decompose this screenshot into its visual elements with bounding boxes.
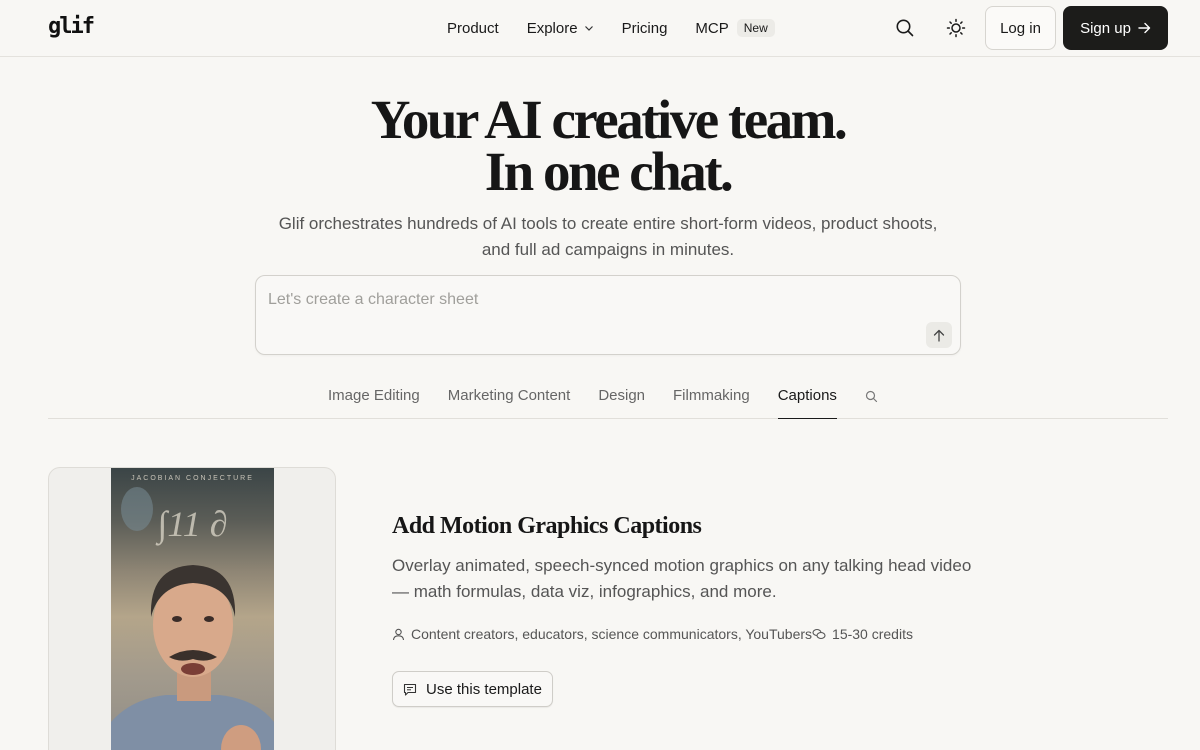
- send-button[interactable]: [926, 322, 952, 348]
- category-tabs: Image Editing Marketing Content Design F…: [328, 384, 879, 419]
- prompt-box: [255, 275, 961, 355]
- nav-item-label: Pricing: [621, 19, 668, 37]
- top-navigation-bar: glif Product Explore Pricing MCP New Log…: [0, 0, 1200, 57]
- prompt-input[interactable]: [268, 288, 918, 312]
- search-icon: [865, 390, 878, 402]
- template-title: Add Motion Graphics Captions: [392, 513, 702, 539]
- hero-subtitle: Glif orchestrates hundreds of AI tools t…: [278, 214, 938, 259]
- tab-search-button[interactable]: [865, 384, 879, 408]
- sun-icon: [946, 18, 966, 38]
- arrow-right-icon: [1138, 22, 1151, 34]
- user-icon: [392, 628, 405, 640]
- tab-design[interactable]: Design: [598, 384, 645, 419]
- template-description: Overlay animated, speech-synced motion g…: [392, 556, 972, 601]
- arrow-up-icon: [933, 329, 945, 342]
- template-audience: Content creators, educators, science com…: [392, 626, 812, 642]
- hero-title-line-1: Your AI creative team.: [370, 89, 848, 150]
- use-template-button[interactable]: Use this template: [392, 671, 553, 707]
- nav-item-pricing[interactable]: Pricing: [622, 20, 668, 37]
- nav-item-label: MCP: [695, 19, 729, 37]
- presenter-figure: [111, 487, 274, 750]
- signup-button-label: Sign up: [1080, 19, 1131, 37]
- chevron-down-icon: [584, 26, 593, 31]
- glif-logo[interactable]: glif: [48, 16, 95, 38]
- nav-item-label: Explore: [526, 19, 578, 37]
- tab-captions[interactable]: Captions: [777, 384, 837, 419]
- new-badge: New: [736, 19, 775, 37]
- template-credits: 15-30 credits: [812, 626, 913, 642]
- use-template-button-label: Use this template: [426, 680, 542, 698]
- nav-item-explore[interactable]: Explore: [527, 20, 594, 37]
- search-button[interactable]: [891, 14, 919, 42]
- login-button[interactable]: Log in: [985, 6, 1056, 50]
- hero-title-line-2: In one chat.: [484, 141, 734, 202]
- tab-image-editing[interactable]: Image Editing: [328, 384, 420, 419]
- coins-icon: [812, 628, 826, 640]
- template-meta: Content creators, educators, science com…: [392, 626, 913, 642]
- template-preview-video[interactable]: JACOBIAN CONJECTURE ∫11 ∂: [111, 468, 274, 750]
- nav-item-product[interactable]: Product: [447, 20, 499, 37]
- tab-filmmaking[interactable]: Filmmaking: [673, 384, 750, 419]
- template-credits-text: 15-30 credits: [832, 626, 913, 642]
- chat-icon: [403, 683, 417, 696]
- main-nav: Product Explore Pricing MCP New: [447, 0, 775, 56]
- nav-item-mcp[interactable]: MCP New: [695, 19, 775, 37]
- tab-marketing-content[interactable]: Marketing Content: [448, 384, 571, 419]
- nav-item-label: Product: [447, 19, 499, 37]
- template-audience-text: Content creators, educators, science com…: [411, 626, 813, 642]
- template-preview-card[interactable]: JACOBIAN CONJECTURE ∫11 ∂: [48, 467, 336, 750]
- signup-button[interactable]: Sign up: [1063, 6, 1168, 50]
- theme-toggle-button[interactable]: [942, 14, 970, 42]
- search-icon: [896, 19, 914, 37]
- hero-title: Your AI creative team. In one chat.: [0, 89, 1200, 202]
